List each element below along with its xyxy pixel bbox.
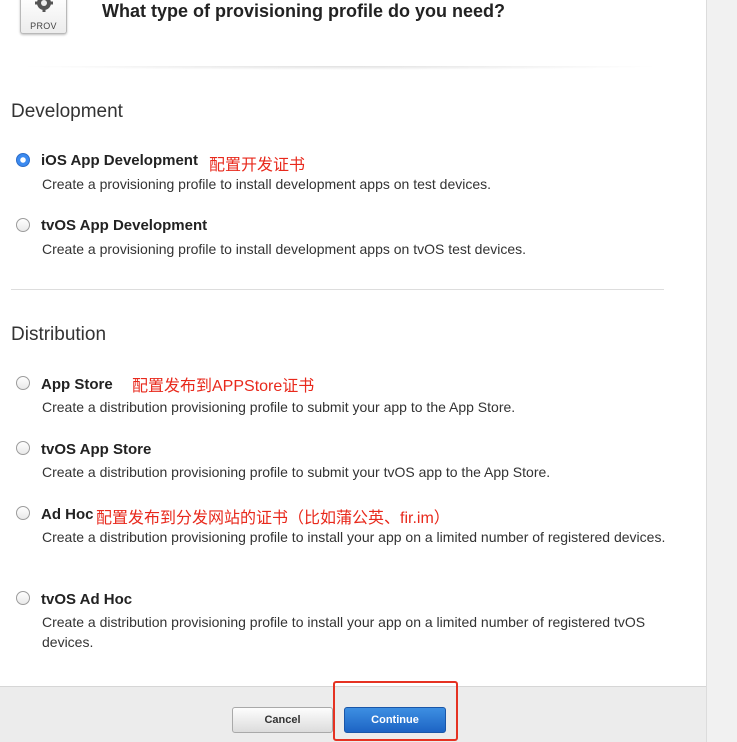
gear-icon — [35, 0, 53, 12]
option-label[interactable]: Ad Hoc — [41, 506, 94, 523]
window-right-gutter — [706, 0, 737, 742]
option-description: Create a distribution provisioning profi… — [42, 614, 646, 650]
option-description: Create a provisioning profile to install… — [42, 176, 492, 192]
page-title: What type of provisioning profile do you… — [102, 1, 505, 21]
cancel-button[interactable]: Cancel — [232, 707, 333, 733]
provisioning-profile-icon: PROV — [20, 0, 67, 34]
annotation-note: 配置开发证书 — [209, 157, 306, 174]
radio-ad-hoc[interactable] — [16, 506, 30, 520]
radio-tvos-app-store[interactable] — [16, 441, 30, 455]
option-description: Create a provisioning profile to install… — [42, 241, 527, 257]
section-title-development: Development — [11, 101, 123, 122]
option-label[interactable]: tvOS Ad Hoc — [41, 591, 132, 608]
radio-tvos-app-development[interactable] — [16, 218, 30, 232]
annotation-note: 配置发布到APPStore证书 — [132, 378, 315, 395]
annotation-note: 配置发布到分发网站的证书（比如蒲公英、fir.im） — [96, 510, 450, 527]
page-header: PROV What type of provisioning profile d… — [0, 0, 706, 70]
section-title-distribution: Distribution — [11, 324, 107, 345]
option-label[interactable]: tvOS App Development — [41, 217, 207, 234]
option-description: Create a distribution provisioning profi… — [42, 464, 551, 480]
radio-ios-app-development[interactable] — [16, 153, 30, 167]
prov-icon-label: PROV — [30, 21, 57, 31]
option-description: Create a distribution provisioning profi… — [42, 399, 516, 415]
radio-tvos-ad-hoc[interactable] — [16, 591, 30, 605]
section-divider — [11, 289, 664, 290]
option-label[interactable]: tvOS App Store — [41, 441, 151, 458]
header-divider — [15, 66, 665, 70]
option-label[interactable]: iOS App Development — [41, 152, 198, 169]
annotation-highlight-box — [333, 681, 458, 741]
option-description: Create a distribution provisioning profi… — [42, 529, 666, 545]
option-label[interactable]: App Store — [41, 376, 113, 393]
radio-app-store[interactable] — [16, 376, 30, 390]
